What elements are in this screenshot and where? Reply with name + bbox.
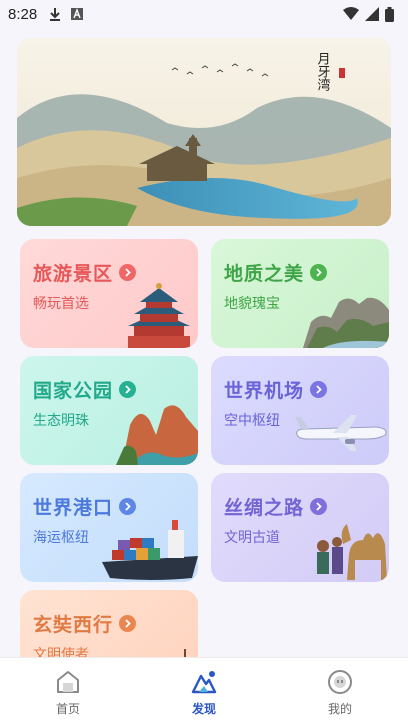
banner-image[interactable]: 月牙湾 [17, 38, 391, 226]
card-national-parks[interactable]: 国家公园 生态明珠 [20, 356, 198, 465]
card-title: 旅游景区 [33, 263, 114, 285]
temple-icon [128, 283, 190, 348]
card-subtitle: 生态明珠 [33, 413, 89, 429]
card-world-airports[interactable]: 世界机场 空中枢纽 [211, 356, 389, 465]
card-subtitle: 地貌瑰宝 [224, 296, 280, 312]
card-subtitle: 空中枢纽 [224, 413, 280, 429]
card-subtitle: 畅玩首选 [33, 296, 89, 312]
nav-label-profile: 我的 [327, 702, 352, 716]
banner-calligraphy: 月牙湾 [315, 52, 331, 91]
nav-label-discover: 发现 [191, 702, 216, 716]
card-geology[interactable]: 地质之美 地貌瑰宝 [211, 239, 389, 348]
rock-formation-icon [303, 297, 389, 348]
card-world-ports[interactable]: 世界港口 海运枢纽 [20, 473, 198, 582]
download-icon [50, 8, 61, 21]
airplane-icon [295, 415, 387, 451]
nav-label-home: 首页 [55, 702, 80, 716]
card-title: 国家公园 [33, 380, 114, 402]
signal-icon [365, 7, 379, 21]
chevron-right-icon [119, 498, 137, 515]
nav-profile[interactable]: 我的 [280, 668, 400, 717]
cargo-ship-icon [102, 520, 198, 580]
battery-icon [385, 6, 394, 22]
discover-icon [191, 671, 217, 694]
status-bar: 8:28 [0, 0, 408, 28]
bottom-navigation: 首页 发现 我的 [0, 657, 408, 727]
camel-caravan-icon [317, 524, 387, 580]
card-title: 丝绸之路 [224, 497, 305, 519]
font-icon [71, 8, 84, 20]
card-subtitle: 文明古道 [224, 530, 280, 546]
card-subtitle: 海运枢纽 [33, 530, 89, 546]
chevron-right-icon [310, 381, 328, 398]
card-title: 玄奘西行 [33, 614, 114, 636]
card-title: 世界港口 [33, 497, 114, 519]
card-silk-road[interactable]: 丝绸之路 文明古道 [211, 473, 389, 582]
nav-discover[interactable]: 发现 [144, 668, 264, 717]
chevron-right-icon [310, 264, 328, 281]
card-title: 世界机场 [224, 380, 305, 402]
wifi-icon [343, 7, 359, 20]
card-tourist-attractions[interactable]: 旅游景区 畅玩首选 [20, 239, 198, 348]
status-time: 8:28 [8, 5, 38, 23]
nav-home[interactable]: 首页 [8, 668, 128, 717]
home-icon [57, 671, 79, 693]
profile-icon [328, 670, 352, 694]
canyon-icon [116, 405, 198, 465]
card-title: 地质之美 [224, 263, 305, 285]
